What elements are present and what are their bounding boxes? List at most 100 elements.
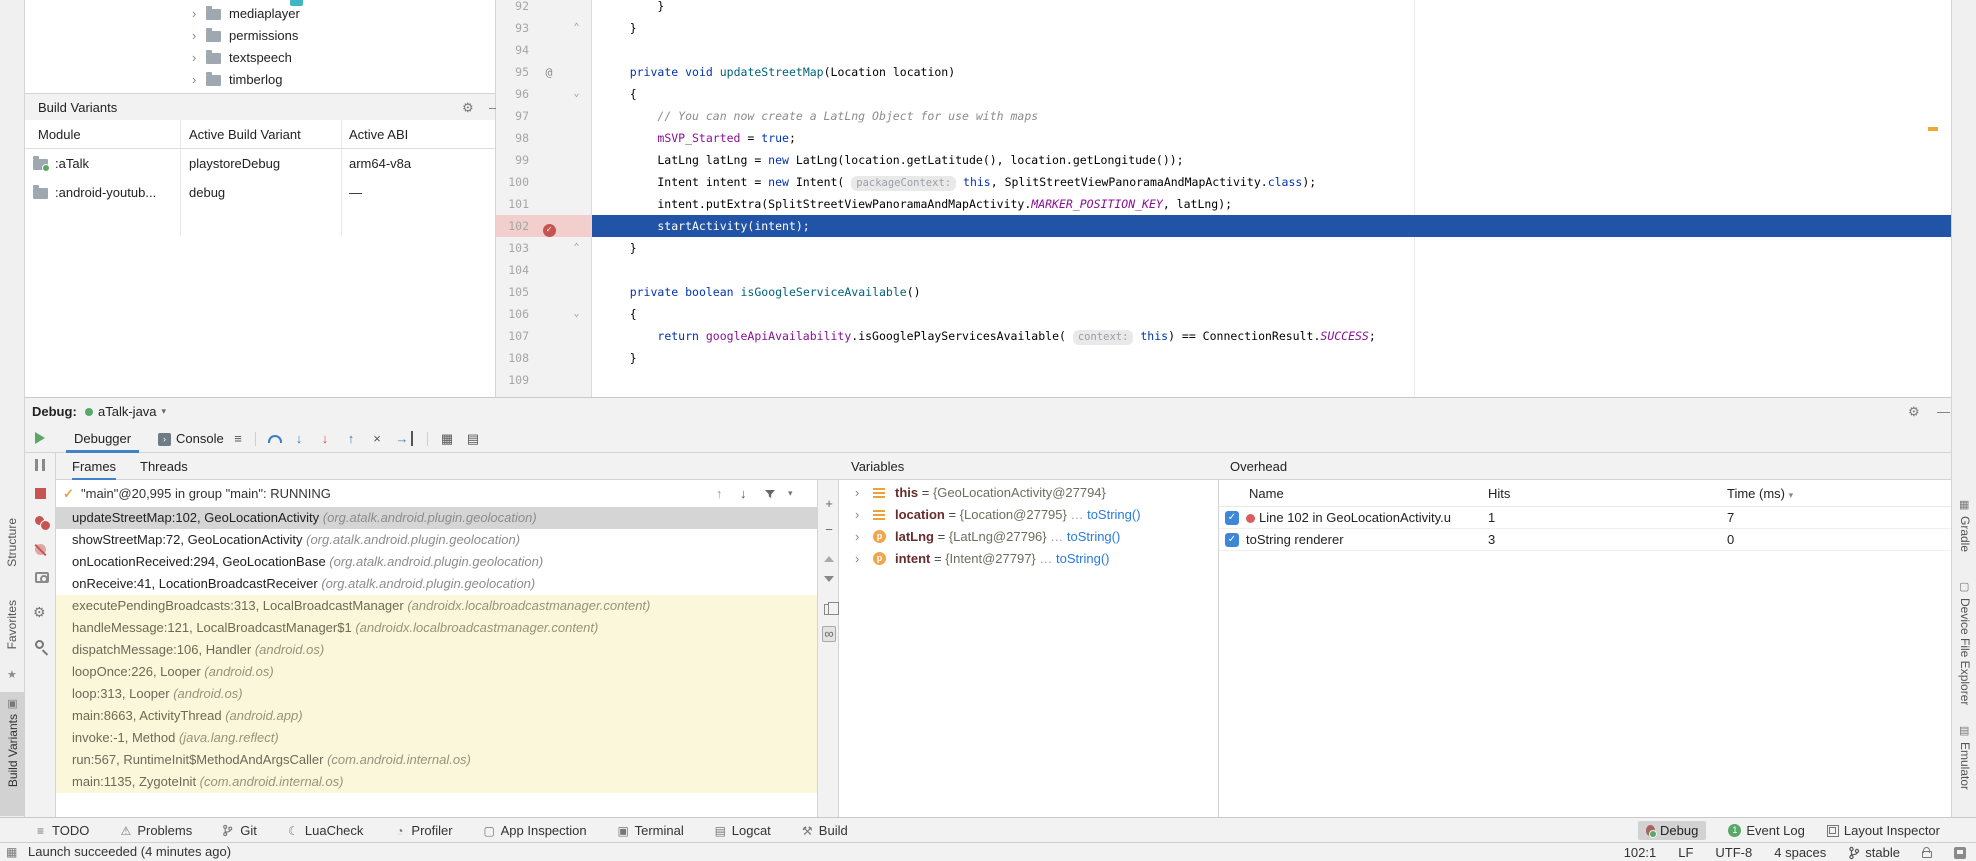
evaluate-grid-icon[interactable]: ▦ xyxy=(439,431,455,447)
chevron-down-icon[interactable]: ▾ xyxy=(788,480,793,507)
hide-panel-icon[interactable]: — xyxy=(1937,398,1950,425)
active-build-variant[interactable]: debug xyxy=(189,178,225,207)
remove-watch-icon[interactable]: − xyxy=(822,522,836,537)
toolwindow-switcher-icon[interactable]: ▦ xyxy=(6,843,17,861)
step-out-icon[interactable]: ↑ xyxy=(343,431,359,446)
active-abi[interactable]: — xyxy=(349,178,362,207)
stack-frame[interactable]: handleMessage:121, LocalBroadcastManager… xyxy=(56,617,817,639)
line-number[interactable]: 98 xyxy=(496,127,536,149)
line-number[interactable]: 96 xyxy=(496,83,536,105)
restore-layout-icon[interactable]: ▤ xyxy=(465,431,481,447)
gutter-icon-area[interactable] xyxy=(536,325,562,347)
stack-frame[interactable]: executePendingBroadcasts:313, LocalBroad… xyxy=(56,595,817,617)
add-watch-icon[interactable]: + xyxy=(822,496,836,511)
tree-item-mediaplayer[interactable]: ›mediaplayer xyxy=(25,3,495,25)
sidebar-tab-favorites[interactable]: Favorites xyxy=(5,600,19,649)
gutter-icon-area[interactable] xyxy=(536,0,562,17)
gutter-icon-area[interactable] xyxy=(536,281,562,303)
gutter-icon-area[interactable]: ✓ xyxy=(536,215,562,237)
tab-threads[interactable]: Threads xyxy=(140,453,188,480)
variable-row-location[interactable]: ›location = {Location@27795} … toString(… xyxy=(839,504,1218,526)
evaluate-infinity-icon[interactable]: ∞ xyxy=(822,626,836,642)
line-number[interactable]: 109 xyxy=(496,369,536,391)
tree-item-permissions[interactable]: ›permissions xyxy=(25,25,495,47)
sidebar-tab-device-file-explorer[interactable]: Device File Explorer xyxy=(1958,598,1972,705)
fold-marker[interactable]: ⌄ xyxy=(562,303,592,325)
gutter-icon-area[interactable] xyxy=(536,369,562,391)
line-number[interactable]: 107 xyxy=(496,325,536,347)
navigate-down-icon[interactable] xyxy=(824,576,834,582)
chevron-right-icon[interactable]: › xyxy=(192,47,196,69)
gutter-icon-area[interactable] xyxy=(536,259,562,281)
gutter-icon-area[interactable] xyxy=(536,17,562,39)
gutter-icon-area[interactable] xyxy=(536,171,562,193)
column-hits[interactable]: Hits xyxy=(1488,480,1510,507)
toolwindow-button-debug[interactable]: Debug xyxy=(1638,821,1706,840)
toolwindow-button-event-log[interactable]: 1 Event Log xyxy=(1728,823,1805,838)
caret-position[interactable]: 102:1 xyxy=(1624,844,1657,861)
line-number[interactable]: 103 xyxy=(496,237,536,259)
step-over-icon[interactable] xyxy=(268,435,282,443)
tostring-link[interactable]: toString() xyxy=(1067,529,1120,544)
stack-frame[interactable]: dispatchMessage:106, Handler (android.os… xyxy=(56,639,817,661)
line-number[interactable]: 108 xyxy=(496,347,536,369)
build-variant-row[interactable]: :android-youtub...debug— xyxy=(25,178,495,207)
git-branch-widget[interactable]: stable xyxy=(1848,844,1900,861)
sidebar-tab-structure[interactable]: Structure xyxy=(5,518,19,567)
gutter-icon-area[interactable] xyxy=(536,149,562,171)
toolwindow-button-git[interactable]: Git xyxy=(222,823,257,838)
thread-selector[interactable]: ✓ "main"@20,995 in group "main": RUNNING… xyxy=(56,480,817,507)
debug-session-tab[interactable]: aTalk-java ▾ xyxy=(85,398,166,425)
tab-console[interactable]: › Console xyxy=(150,425,232,453)
gutter-icon-area[interactable]: @ xyxy=(536,61,562,83)
gutter-icon-area[interactable] xyxy=(536,303,562,325)
gutter-icon-area[interactable] xyxy=(536,39,562,61)
line-number[interactable]: 92 xyxy=(496,0,536,17)
stack-frame[interactable]: onReceive:41, LocationBroadcastReceiver … xyxy=(56,573,817,595)
variable-row-latLng[interactable]: ›platLng = {LatLng@27796} … toString() xyxy=(839,526,1218,548)
expand-icon[interactable]: › xyxy=(855,482,859,504)
stack-frame[interactable]: showStreetMap:72, GeoLocationActivity (o… xyxy=(56,529,817,551)
mute-breakpoints-icon[interactable] xyxy=(35,544,46,555)
checkbox-checked-icon[interactable]: ✓ xyxy=(1225,511,1239,525)
stack-frame[interactable]: onLocationReceived:294, GeoLocationBase … xyxy=(56,551,817,573)
toolwindow-button-problems[interactable]: ⚠Problems xyxy=(119,823,192,838)
fold-marker[interactable]: ⌃ xyxy=(562,237,592,259)
step-into-icon[interactable]: ↓ xyxy=(291,431,307,446)
tostring-link[interactable]: toString() xyxy=(1087,507,1140,522)
stack-frame[interactable]: run:567, RuntimeInit$MethodAndArgsCaller… xyxy=(56,749,817,771)
arrow-down-icon[interactable]: ↓ xyxy=(740,480,747,507)
stack-frame[interactable]: main:8663, ActivityThread (android.app) xyxy=(56,705,817,727)
gutter-icon-area[interactable] xyxy=(536,105,562,127)
layout-settings-icon[interactable]: ≡ xyxy=(230,431,246,446)
gutter-icon-area[interactable] xyxy=(536,83,562,105)
gutter-icon-area[interactable] xyxy=(536,127,562,149)
toolwindow-button-terminal[interactable]: ▣Terminal xyxy=(617,823,684,838)
line-number[interactable]: 102 xyxy=(496,215,536,237)
fold-marker[interactable]: ⌄ xyxy=(562,83,592,105)
toolwindow-button-layout-inspector[interactable]: Layout Inspector xyxy=(1827,823,1940,838)
toolwindow-button-luacheck[interactable]: ☾LuaCheck xyxy=(287,823,364,838)
arrow-up-icon[interactable]: ↑ xyxy=(716,480,723,507)
drop-frame-icon[interactable]: × xyxy=(369,431,385,446)
lock-icon[interactable] xyxy=(1922,851,1932,858)
variable-row-intent[interactable]: ›pintent = {Intent@27797} … toString() xyxy=(839,548,1218,570)
sidebar-tab-emulator[interactable]: Emulator xyxy=(1958,742,1972,790)
line-number[interactable]: 99 xyxy=(496,149,536,171)
breakpoint-icon[interactable]: ✓ xyxy=(543,224,556,237)
filter-funnel-icon[interactable] xyxy=(764,488,776,500)
line-number[interactable]: 100 xyxy=(496,171,536,193)
line-separator[interactable]: LF xyxy=(1678,844,1693,861)
toolwindow-button-build[interactable]: ⚒Build xyxy=(801,823,848,838)
overhead-row[interactable]: ✓toString renderer30 xyxy=(1219,529,1951,551)
resume-icon[interactable] xyxy=(35,432,45,444)
gutter-icon-area[interactable] xyxy=(536,237,562,259)
stack-frame[interactable]: invoke:-1, Method (java.lang.reflect) xyxy=(56,727,817,749)
tostring-link[interactable]: toString() xyxy=(1056,551,1109,566)
line-number[interactable]: 105 xyxy=(496,281,536,303)
sidebar-tab-gradle[interactable]: Gradle xyxy=(1958,516,1972,552)
line-number[interactable]: 106 xyxy=(496,303,536,325)
line-number[interactable]: 94 xyxy=(496,39,536,61)
toolwindow-button-app-inspection[interactable]: ▢App Inspection xyxy=(483,823,587,838)
chevron-right-icon[interactable]: › xyxy=(192,69,196,91)
